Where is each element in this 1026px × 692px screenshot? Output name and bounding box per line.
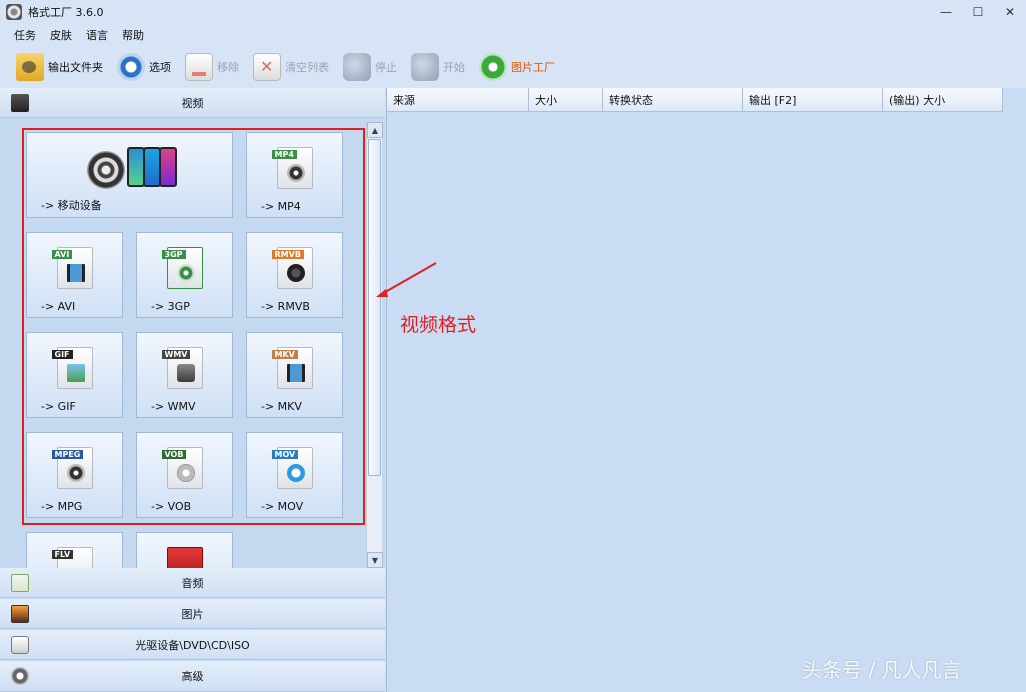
options-button[interactable]: 选项: [117, 50, 171, 84]
options-label: 选项: [149, 61, 171, 74]
flv-file-icon: FLV: [51, 547, 93, 568]
category-rom[interactable]: 光驱设备\DVD\CD\ISO: [0, 630, 385, 660]
scroll-thumb[interactable]: [368, 139, 381, 476]
clear-list-icon: [253, 53, 281, 81]
format-tile-swf[interactable]: [136, 532, 233, 568]
annotation-text: 视频格式: [400, 314, 477, 336]
clear-list-button[interactable]: 清空列表: [253, 50, 329, 84]
scroll-up-icon[interactable]: ▲: [367, 122, 383, 138]
category-rom-label: 光驱设备\DVD\CD\ISO: [135, 638, 250, 652]
start-icon: [411, 53, 439, 81]
category-advanced[interactable]: 高级: [0, 661, 385, 692]
maximize-button[interactable]: ☐: [962, 0, 994, 24]
toolbar: 输出文件夹 选项 移除 清空列表 停止 开始 图片工厂: [0, 46, 1026, 88]
stop-label: 停止: [375, 61, 397, 74]
menu-task[interactable]: 任务: [14, 27, 36, 43]
minimize-button[interactable]: —: [930, 0, 962, 24]
menu-bar: 任务 皮肤 语言 帮助: [0, 24, 1026, 46]
format-tile-flv[interactable]: FLV: [26, 532, 123, 568]
category-audio-label: 音频: [181, 576, 204, 590]
stop-icon: [343, 53, 371, 81]
film-reel-icon: [11, 667, 29, 685]
picture-factory-button[interactable]: 图片工厂: [479, 50, 555, 84]
category-video[interactable]: 视频: [0, 88, 385, 118]
disc-drive-icon: [11, 635, 29, 654]
window-title: 格式工厂 3.6.0: [28, 6, 104, 19]
task-table-header: 来源 大小 转换状态 输出 [F2] (输出) 大小: [387, 88, 1003, 112]
column-output-size[interactable]: (输出) 大小: [883, 88, 1003, 112]
start-label: 开始: [443, 61, 465, 74]
category-image-label: 图片: [181, 607, 204, 621]
scroll-down-icon[interactable]: ▼: [367, 552, 383, 568]
column-source[interactable]: 来源: [387, 88, 529, 112]
start-button[interactable]: 开始: [411, 50, 465, 84]
highlight-box: [22, 128, 365, 525]
stop-button[interactable]: 停止: [343, 50, 397, 84]
picture-icon: [11, 604, 29, 623]
column-size[interactable]: 大小: [529, 88, 603, 112]
remove-label: 移除: [217, 61, 239, 74]
picture-factory-icon: [479, 53, 507, 81]
annotation-arrow: [376, 262, 437, 297]
menu-skin[interactable]: 皮肤: [50, 27, 72, 43]
watermark: 头条号 / 凡人凡言: [802, 658, 962, 682]
format-tag: FLV: [51, 550, 74, 559]
folder-icon: [16, 53, 44, 81]
remove-button[interactable]: 移除: [185, 50, 239, 84]
menu-help[interactable]: 帮助: [122, 27, 144, 43]
picture-factory-label: 图片工厂: [511, 61, 555, 74]
grid-scrollbar[interactable]: ▲ ▼: [366, 122, 383, 568]
category-image[interactable]: 图片: [0, 599, 385, 629]
menu-language[interactable]: 语言: [86, 27, 108, 43]
task-list-panel: 来源 大小 转换状态 输出 [F2] (输出) 大小: [386, 88, 1026, 692]
title-bar: 格式工厂 3.6.0 — ☐ ✕: [0, 0, 1026, 24]
video-icon: [11, 93, 29, 112]
options-icon: [117, 53, 145, 81]
category-video-label: 视频: [181, 96, 204, 110]
app-icon: [6, 4, 22, 20]
output-folder-button[interactable]: 输出文件夹: [16, 50, 103, 84]
window-controls: — ☐ ✕: [930, 0, 1026, 24]
column-output[interactable]: 输出 [F2]: [743, 88, 883, 112]
category-advanced-label: 高级: [181, 670, 204, 683]
column-status[interactable]: 转换状态: [603, 88, 743, 112]
music-note-icon: [11, 573, 29, 592]
flash-file-icon: [166, 547, 203, 568]
remove-icon: [185, 53, 213, 81]
close-button[interactable]: ✕: [994, 0, 1026, 24]
category-audio[interactable]: 音频: [0, 568, 385, 598]
output-folder-label: 输出文件夹: [48, 61, 103, 74]
clear-list-label: 清空列表: [285, 61, 329, 74]
